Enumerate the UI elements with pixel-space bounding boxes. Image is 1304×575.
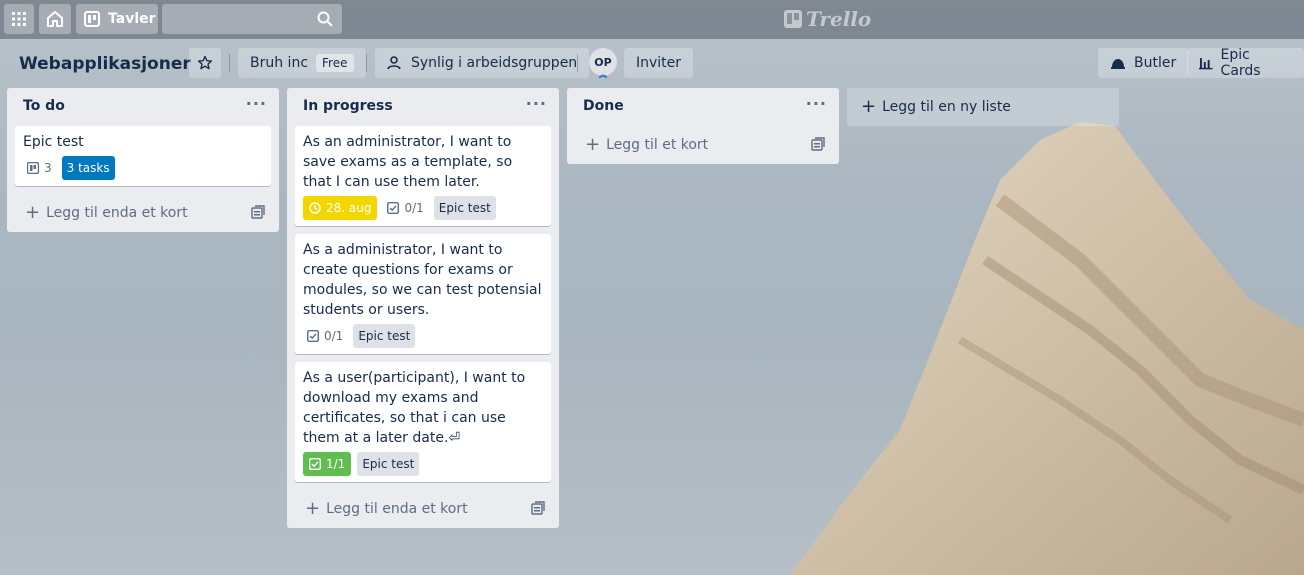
board-icon <box>84 11 100 27</box>
header-divider <box>366 54 367 72</box>
checklist-count: 1/1 <box>326 457 346 471</box>
add-card-button[interactable]: + Legg til enda et kort <box>287 490 559 528</box>
board-count-badge: 3 <box>23 156 56 180</box>
search-icon <box>317 11 333 27</box>
apps-grid-button[interactable] <box>4 4 34 34</box>
tasks-badge: 3 tasks <box>61 156 115 180</box>
star-icon <box>197 55 213 70</box>
board-icon <box>27 162 39 174</box>
list-in-progress: In progress ··· As an administrator, I w… <box>287 88 559 528</box>
boards-button[interactable]: Tavler <box>76 4 158 34</box>
list-title[interactable]: To do <box>23 98 65 114</box>
people-icon <box>387 56 401 70</box>
member-initials: OP <box>594 55 612 69</box>
card-template-icon[interactable] <box>811 137 825 151</box>
add-list-button[interactable]: + Legg til en ny liste <box>847 88 1119 126</box>
header-divider <box>229 54 230 72</box>
list-header[interactable]: Done ··· <box>567 88 839 126</box>
background-mountain-image <box>790 122 1304 575</box>
home-button[interactable] <box>39 4 71 34</box>
list-menu-icon[interactable]: ··· <box>246 94 267 113</box>
workspace-button[interactable]: Bruh inc Free <box>238 48 366 78</box>
epic-label: Epic test <box>353 324 416 348</box>
plan-badge: Free <box>316 54 354 72</box>
epic-label: Epic test <box>433 196 496 220</box>
card-template-icon[interactable] <box>251 205 265 219</box>
plus-icon: + <box>305 498 321 519</box>
list-header[interactable]: To do ··· <box>7 88 279 126</box>
checklist-icon <box>387 202 400 214</box>
checklist-complete-badge: 1/1 <box>303 452 352 476</box>
plus-icon: + <box>25 202 41 223</box>
add-list-label: Legg til en ny liste <box>882 99 1011 115</box>
checklist-count: 0/1 <box>324 329 344 343</box>
card-title: As an administrator, I want to save exam… <box>303 134 513 190</box>
card-download-exams[interactable]: As a user(participant), I want to downlo… <box>295 362 551 482</box>
checklist-badge: 0/1 <box>383 196 427 220</box>
logo-text: Trello <box>806 7 872 31</box>
card-save-exams-template[interactable]: As an administrator, I want to save exam… <box>295 126 551 226</box>
list-header[interactable]: In progress ··· <box>287 88 559 126</box>
workspace-name: Bruh inc <box>250 55 309 71</box>
butler-bell-icon <box>1111 59 1125 69</box>
butler-label: Butler <box>1134 55 1177 71</box>
epic-cards-label: Epic Cards <box>1220 47 1261 79</box>
due-date: 28. aug <box>326 201 372 215</box>
plus-icon: + <box>585 134 601 155</box>
checklist-badge: 0/1 <box>303 324 347 348</box>
card-create-questions[interactable]: As a administrator, I want to create que… <box>295 234 551 354</box>
list-menu-icon[interactable]: ··· <box>526 94 547 113</box>
checklist-count: 0/1 <box>404 201 424 215</box>
search-input[interactable] <box>162 4 342 34</box>
list-menu-icon[interactable]: ··· <box>806 94 827 113</box>
card-title: Epic test <box>23 134 84 150</box>
epic-label: Epic test <box>357 452 420 476</box>
epic-cards-button[interactable]: Epic Cards <box>1187 47 1304 79</box>
trello-logo-icon <box>784 10 802 28</box>
add-card-label: Legg til et kort <box>606 137 709 153</box>
top-navigation-bar: Tavler Trello <box>0 0 1304 39</box>
star-board-button[interactable] <box>189 48 221 78</box>
trello-logo[interactable]: Trello <box>784 7 871 31</box>
add-card-label: Legg til enda et kort <box>46 205 188 221</box>
add-card-button[interactable]: + Legg til et kort <box>567 126 839 164</box>
card-epic-test[interactable]: Epic test 3 3 tasks <box>15 126 271 186</box>
invite-label: Inviter <box>636 55 682 71</box>
invite-button[interactable]: Inviter <box>624 48 694 78</box>
due-date-badge[interactable]: 28. aug <box>303 196 378 220</box>
bar-chart-icon <box>1199 58 1213 70</box>
plus-icon: + <box>861 96 877 117</box>
visibility-button[interactable]: Synlig i arbeidsgruppen <box>375 48 590 78</box>
add-card-label: Legg til enda et kort <box>326 501 468 517</box>
list-title[interactable]: Done <box>583 98 624 114</box>
butler-button[interactable]: Butler <box>1098 48 1189 78</box>
card-title: As a user(participant), I want to downlo… <box>303 370 526 446</box>
checklist-icon <box>309 458 321 470</box>
home-icon <box>47 11 63 27</box>
add-card-button[interactable]: + Legg til enda et kort <box>7 194 279 232</box>
member-avatar[interactable]: OP ︽ <box>589 48 617 79</box>
card-title: As a administrator, I want to create que… <box>303 242 542 318</box>
clock-icon <box>309 202 321 214</box>
card-template-icon[interactable] <box>531 501 545 515</box>
board-count: 3 <box>44 161 52 175</box>
apps-grid-icon <box>12 12 26 26</box>
checklist-icon <box>307 330 319 342</box>
admin-chevron-icon: ︽ <box>599 70 607 79</box>
board-title[interactable]: Webapplikasjoner <box>11 48 199 80</box>
boards-label: Tavler <box>108 11 156 27</box>
list-to-do: To do ··· Epic test 3 3 tasks + Legg til… <box>7 88 279 232</box>
visibility-label: Synlig i arbeidsgruppen <box>411 55 578 71</box>
header-divider <box>577 54 578 72</box>
list-title[interactable]: In progress <box>303 98 393 114</box>
list-done: Done ··· + Legg til et kort <box>567 88 839 164</box>
